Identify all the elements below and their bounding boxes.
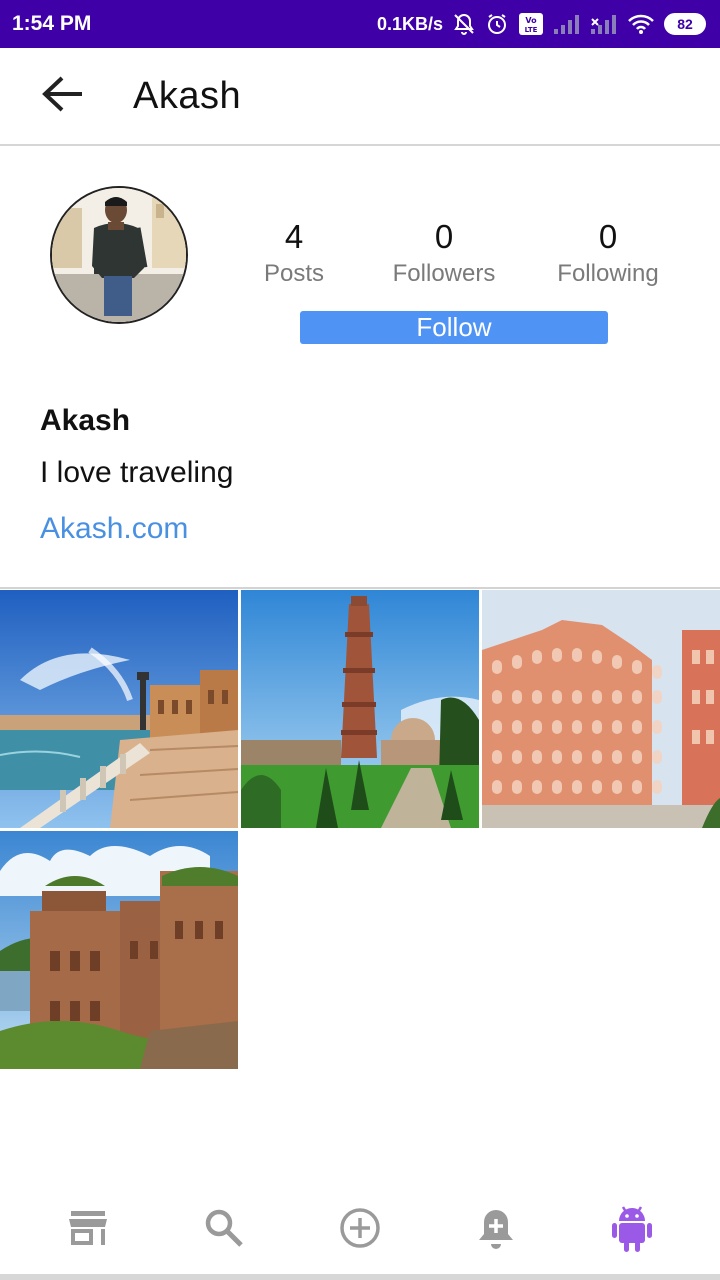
signal-no-service-icon	[590, 13, 618, 35]
svg-text:Vo: Vo	[525, 16, 537, 25]
profile-stats: 4 Posts 0 Followers 0 Following	[248, 218, 684, 298]
svg-text:LTE: LTE	[525, 26, 538, 34]
profile-name: Akash	[40, 404, 131, 437]
bell-plus-icon	[476, 1206, 516, 1255]
bottom-divider	[0, 1274, 720, 1280]
qutub-minar-photo	[241, 590, 479, 828]
search-icon	[204, 1208, 244, 1253]
page-title: Akash	[133, 74, 242, 117]
status-bar: 1:54 PM 0.1KB/s Vo LTE 82	[0, 0, 720, 48]
nav-profile[interactable]	[592, 1190, 672, 1270]
status-icons: 0.1KB/s Vo LTE 82	[377, 12, 706, 36]
followers-count: 0	[434, 218, 454, 255]
arrow-left-icon	[40, 74, 84, 119]
profile-screen: 1:54 PM 0.1KB/s Vo LTE 82 Akash 4 Posts …	[0, 0, 720, 1280]
following-label: Following	[557, 260, 659, 287]
posts-stat[interactable]: 4 Posts	[258, 218, 330, 288]
website-link[interactable]: Akash.com	[40, 512, 233, 546]
nav-notifications[interactable]	[456, 1190, 536, 1270]
battery-indicator: 82	[664, 13, 706, 35]
bio-text: I love traveling	[40, 456, 234, 489]
store-icon	[68, 1210, 108, 1251]
add-circle-icon	[339, 1207, 381, 1254]
post-tile-3[interactable]	[482, 590, 720, 828]
nav-home[interactable]	[48, 1190, 128, 1270]
followers-label: Followers	[392, 260, 496, 287]
follow-button[interactable]: Follow	[300, 311, 608, 344]
bell-off-icon	[452, 12, 476, 36]
volte-icon: Vo LTE	[518, 12, 544, 36]
followers-stat[interactable]: 0 Followers	[388, 218, 500, 288]
avatar[interactable]	[50, 186, 188, 324]
following-count: 0	[598, 218, 618, 255]
plaza-de-espana-photo	[0, 590, 238, 828]
posts-count: 4	[284, 218, 304, 255]
divider	[0, 587, 720, 589]
nav-search[interactable]	[184, 1190, 264, 1270]
status-time: 1:54 PM	[12, 12, 92, 35]
back-button[interactable]	[31, 65, 93, 127]
posts-label: Posts	[263, 260, 325, 287]
wifi-icon	[627, 13, 655, 35]
orchha-chhatris-photo	[0, 831, 238, 1069]
alarm-icon	[485, 12, 509, 36]
post-tile-1[interactable]	[0, 590, 238, 828]
following-stat[interactable]: 0 Following	[553, 218, 663, 288]
app-bar: Akash	[0, 48, 720, 146]
nav-add[interactable]	[320, 1190, 400, 1270]
post-tile-4[interactable]	[0, 831, 238, 1069]
post-tile-2[interactable]	[241, 590, 479, 828]
hawa-mahal-photo	[482, 590, 720, 828]
android-icon	[611, 1203, 653, 1258]
bottom-navigation	[0, 1186, 720, 1274]
signal-icon	[553, 13, 581, 35]
network-speed: 0.1KB/s	[376, 13, 443, 34]
profile-bio: Akash I love traveling Akash.com	[40, 404, 233, 546]
